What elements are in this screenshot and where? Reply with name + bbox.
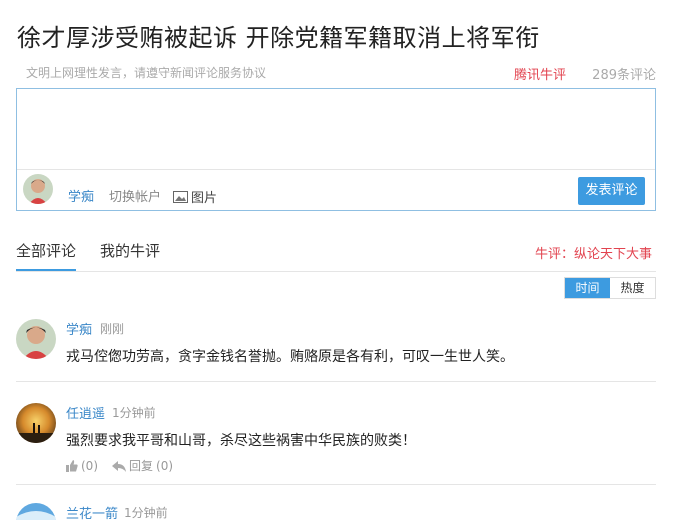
comment-tabs: 全部评论 我的牛评 牛评：纵论天下大事 bbox=[16, 240, 656, 272]
divider bbox=[16, 381, 656, 382]
insert-picture-button[interactable]: 图片 bbox=[173, 187, 217, 206]
comment-rules-link[interactable]: 文明上网理性发言，请遵守新闻评论服务协议 bbox=[26, 64, 266, 81]
comment-input[interactable] bbox=[17, 89, 655, 169]
comment-time: 1分钟前 bbox=[124, 506, 168, 520]
avatar[interactable] bbox=[23, 174, 53, 204]
reply-arrow-icon bbox=[112, 460, 126, 472]
divider bbox=[16, 484, 656, 485]
like-button[interactable]: (0) bbox=[66, 457, 98, 474]
comment-item: 任逍遥 1分钟前 强烈要求我平哥和山哥，杀尽这些祸害中华民族的败类！ (0) 回… bbox=[16, 403, 656, 475]
tab-my-comments[interactable]: 我的牛评 bbox=[100, 240, 160, 269]
slogan-link[interactable]: 牛评：纵论天下大事 bbox=[535, 243, 652, 262]
thumbs-up-icon bbox=[66, 459, 78, 472]
brand-link[interactable]: 腾讯牛评 bbox=[514, 64, 566, 83]
comment-item: 学痴 刚刚 戎马倥偬功劳高，贪字金钱名誉抛。贿赂原是各有利，可叹一生世人笑。 bbox=[16, 319, 656, 379]
post-comment-button[interactable]: 发表评论 bbox=[578, 177, 645, 205]
insert-picture-label: 图片 bbox=[191, 191, 218, 206]
avatar[interactable] bbox=[16, 403, 56, 443]
comment-text: 戎马倥偬功劳高，贪字金钱名誉抛。贿赂原是各有利，可叹一生世人笑。 bbox=[66, 349, 514, 365]
switch-account-link[interactable]: 切换帐户 bbox=[109, 186, 161, 205]
comment-editor: 学痴 切换帐户 图片 发表评论 bbox=[16, 88, 656, 211]
avatar[interactable] bbox=[16, 319, 56, 359]
comment-item: 兰花一箭 1分钟前 bbox=[16, 503, 656, 520]
reply-label: 回复 bbox=[129, 459, 154, 473]
reply-count: (0) bbox=[156, 458, 174, 473]
image-icon bbox=[173, 190, 188, 203]
tab-all-comments[interactable]: 全部评论 bbox=[16, 240, 77, 271]
sort-toggle: 时间 热度 bbox=[564, 277, 656, 299]
comment-actions: (0) 回复 (0) bbox=[66, 457, 173, 474]
editor-toolbar: 学痴 切换帐户 图片 发表评论 bbox=[17, 169, 655, 210]
comment-text: 强烈要求我平哥和山哥，杀尽这些祸害中华民族的败类！ bbox=[66, 433, 416, 449]
avatar[interactable] bbox=[16, 503, 56, 520]
comment-author[interactable]: 学痴 bbox=[66, 319, 92, 338]
comment-time: 1分钟前 bbox=[112, 406, 156, 420]
reply-button[interactable]: 回复 (0) bbox=[112, 457, 173, 474]
comment-count[interactable]: 289条评论 bbox=[592, 64, 656, 83]
comment-author[interactable]: 任逍遥 bbox=[66, 403, 105, 422]
comment-subbar: 文明上网理性发言，请遵守新闻评论服务协议 腾讯牛评 289条评论 bbox=[26, 64, 656, 83]
comment-time: 刚刚 bbox=[100, 322, 125, 336]
sort-by-time[interactable]: 时间 bbox=[565, 278, 610, 298]
article-title: 徐才厚涉受贿被起诉 开除党籍军籍取消上将军衔 bbox=[17, 24, 540, 52]
current-user-name[interactable]: 学痴 bbox=[68, 186, 94, 205]
like-count: (0) bbox=[81, 458, 98, 473]
sort-by-hot[interactable]: 热度 bbox=[610, 278, 655, 298]
comment-author[interactable]: 兰花一箭 bbox=[66, 503, 118, 520]
